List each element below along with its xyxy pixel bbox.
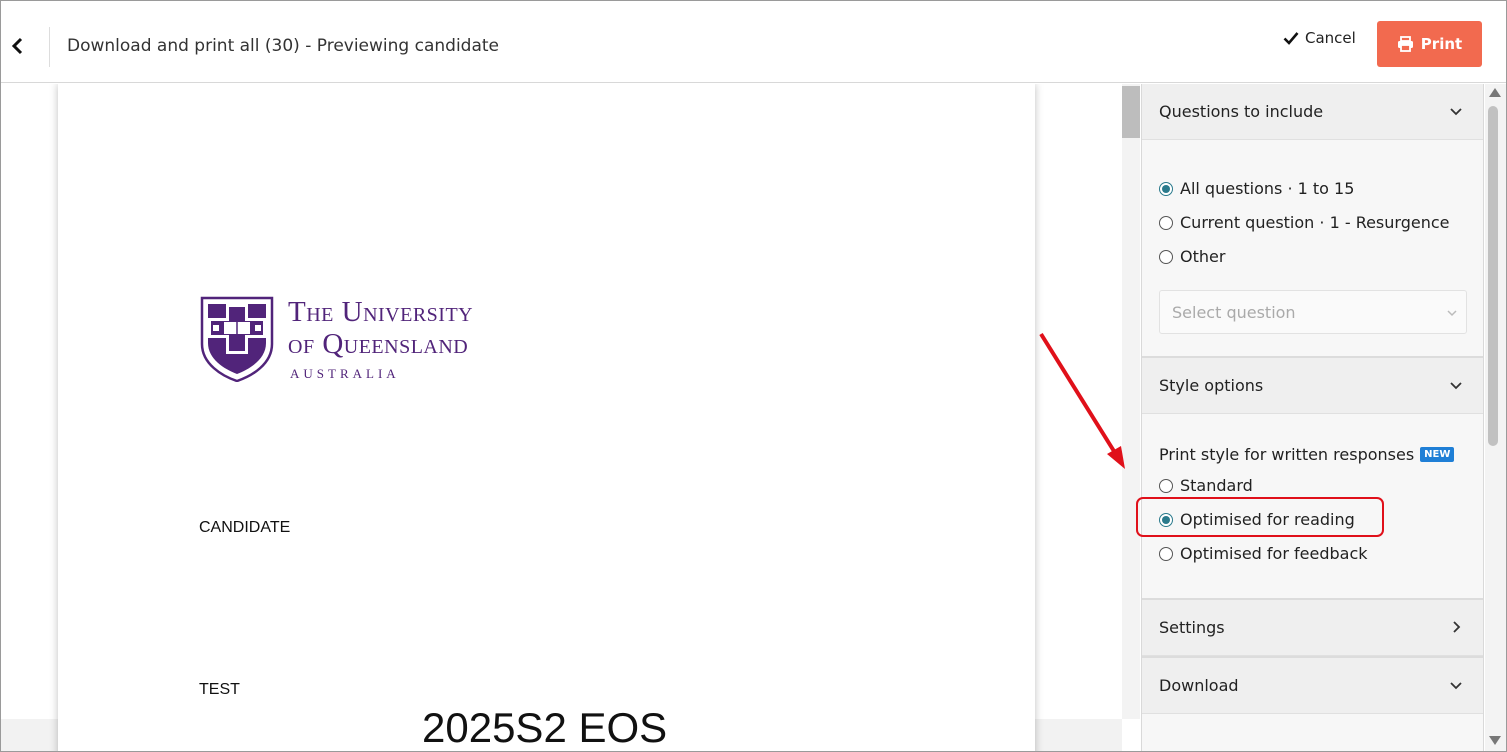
section-questions-title: Questions to include: [1159, 102, 1324, 121]
annotation-highlight: [1136, 497, 1384, 537]
document-page: The University of Queensland AUSTRALIA C…: [58, 84, 1035, 751]
radio-other[interactable]: Other: [1159, 247, 1225, 266]
radio-label: Standard: [1180, 476, 1253, 495]
university-name-line2: of Queensland: [288, 328, 469, 360]
panel-scrollbar[interactable]: [1485, 84, 1506, 751]
chevron-down-icon: [1450, 382, 1462, 390]
chevron-down-icon: [1450, 682, 1462, 690]
chevron-left-icon: [11, 37, 23, 55]
scroll-up-icon[interactable]: [1489, 88, 1501, 97]
section-questions-header[interactable]: Questions to include: [1142, 84, 1483, 140]
radio-all-questions[interactable]: All questions · 1 to 15: [1159, 179, 1354, 198]
panel-scrollbar-thumb[interactable]: [1488, 106, 1498, 446]
test-label: TEST: [199, 681, 240, 698]
chevron-down-icon: [1447, 310, 1457, 317]
document-preview[interactable]: The University of Queensland AUSTRALIA C…: [1, 84, 1122, 751]
radio-label: Current question · 1 - Resurgence: [1180, 213, 1450, 232]
app-window: Download and print all (30) - Previewing…: [0, 0, 1507, 752]
university-logo: The University of Queensland AUSTRALIA: [200, 296, 530, 386]
section-download-title: Download: [1159, 676, 1239, 695]
question-select[interactable]: Select question: [1159, 290, 1467, 334]
candidate-label: CANDIDATE: [199, 519, 291, 536]
radio-button[interactable]: [1159, 215, 1173, 230]
radio-label: Other: [1180, 247, 1226, 266]
chevron-right-icon: [1453, 621, 1461, 633]
cancel-button[interactable]: Cancel: [1283, 27, 1356, 49]
exam-title: 2025S2 EOS: [422, 704, 668, 751]
crest-icon: [200, 296, 274, 382]
university-country: AUSTRALIA: [290, 366, 400, 381]
radio-button[interactable]: [1159, 249, 1173, 264]
cancel-label: Cancel: [1305, 29, 1356, 47]
top-bar: Download and print all (30) - Previewing…: [1, 1, 1506, 83]
new-badge: NEW: [1420, 447, 1455, 462]
page-title: Download and print all (30) - Previewing…: [67, 36, 499, 56]
printer-icon: [1397, 36, 1413, 52]
section-settings-header[interactable]: Settings: [1142, 600, 1483, 656]
radio-button[interactable]: [1159, 478, 1173, 493]
scroll-down-icon[interactable]: [1489, 736, 1501, 745]
print-button[interactable]: Print: [1377, 21, 1482, 67]
print-options-panel: Questions to include All questions · 1 t…: [1141, 84, 1484, 751]
radio-button[interactable]: [1159, 181, 1173, 196]
check-icon: [1283, 32, 1299, 45]
radio-standard[interactable]: Standard: [1159, 476, 1253, 495]
annotation-arrow: [1039, 332, 1125, 469]
section-download-header[interactable]: Download: [1142, 658, 1483, 714]
radio-optimised-feedback[interactable]: Optimised for feedback: [1159, 544, 1368, 563]
radio-button[interactable]: [1159, 546, 1173, 561]
section-style-header[interactable]: Style options: [1142, 358, 1483, 414]
print-label: Print: [1420, 35, 1463, 53]
radio-label: All questions · 1 to 15: [1180, 179, 1355, 198]
preview-scrollbar-thumb[interactable]: [1122, 86, 1140, 138]
radio-label: Optimised for feedback: [1180, 544, 1368, 563]
back-button[interactable]: [5, 27, 29, 65]
section-style-title: Style options: [1159, 376, 1264, 395]
question-select-placeholder: Select question: [1172, 302, 1296, 322]
header-divider: [49, 27, 50, 67]
section-settings-title: Settings: [1159, 618, 1225, 637]
university-name-line1: The University: [288, 296, 474, 328]
print-style-text: Print style for written responses: [1159, 445, 1415, 464]
print-style-label: Print style for written responses NEW: [1159, 445, 1455, 464]
radio-current-question[interactable]: Current question · 1 - Resurgence: [1159, 213, 1449, 232]
chevron-down-icon: [1450, 108, 1462, 116]
